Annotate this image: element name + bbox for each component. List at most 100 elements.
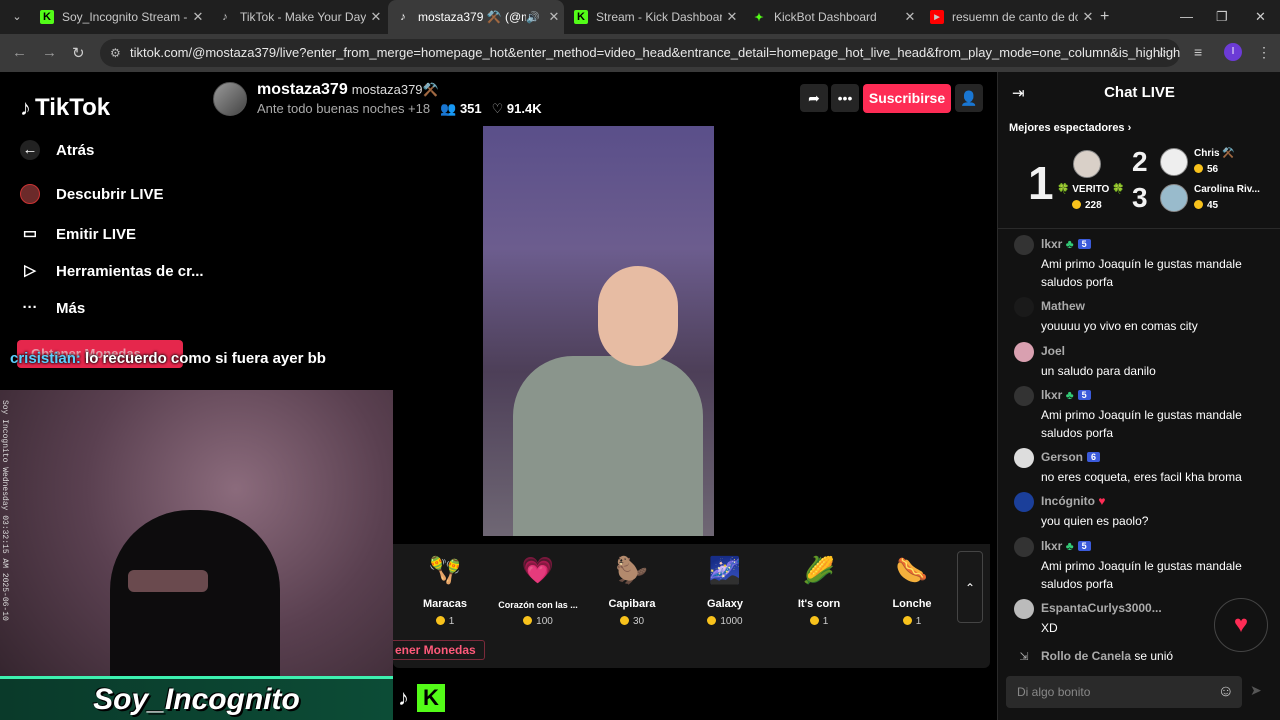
top-viewer-avatar[interactable] [1160, 148, 1188, 176]
tiktok-logo[interactable]: ♪ TikTok [20, 94, 110, 122]
coin-icon [619, 616, 629, 625]
get-coins-link[interactable]: ener Monedas [393, 640, 485, 660]
heart-icon: ♥ [1233, 611, 1249, 638]
coin-icon [1194, 164, 1203, 173]
top-viewers-link[interactable]: Mejores espectadores › [1009, 122, 1131, 134]
back-arrow-icon: ← [20, 140, 40, 160]
gift-item-galaxy[interactable]: 🌌 Galaxy 1000 [680, 552, 770, 627]
browser-tab[interactable]: ✦ KickBot Dashboard ✕ [744, 0, 920, 34]
streamer-name[interactable]: mostaza379 mostaza379⚒️ [257, 81, 439, 99]
browser-tab[interactable]: ♪ TikTok - Make Your Day ✕ [210, 0, 386, 34]
user-avatar[interactable] [1014, 599, 1034, 619]
menu-dots-icon[interactable]: ⋮ [1257, 44, 1271, 61]
new-tab-button[interactable]: + [1100, 8, 1109, 26]
speaker-icon[interactable]: 🔊 [526, 11, 540, 24]
heart-gift-icon: 💗 [521, 555, 555, 585]
sidebar-item-discover-live[interactable]: Descubrir LIVE [20, 184, 164, 204]
gift-item-maracas[interactable]: 🪇 Maracas 1 [400, 552, 490, 627]
gift-item-capibara[interactable]: 🦫 Capibara 30 [587, 552, 677, 627]
galaxy-icon: 🌌 [708, 555, 742, 585]
top-viewer-avatar[interactable] [1160, 184, 1188, 212]
coin-icon [1194, 200, 1203, 209]
youtube-icon: ▶ [930, 10, 944, 24]
gift-item-lonche[interactable]: 🌭 Lonche 1 [867, 552, 957, 627]
capybara-icon: 🦫 [615, 555, 649, 585]
url-field[interactable]: ⚙ tiktok.com/@mostaza379/live?enter_from… [100, 39, 1180, 67]
chevron-up-icon: ⌃ [964, 581, 976, 595]
rank-number: 1 [1028, 157, 1054, 209]
close-tab-icon[interactable]: ✕ [544, 9, 564, 25]
chevron-right-icon: › [1127, 122, 1132, 134]
user-avatar[interactable] [1014, 537, 1034, 557]
profile-avatar[interactable]: I [1224, 43, 1242, 61]
video-camera-icon: ▭ [22, 225, 38, 242]
sidebar-item-go-live[interactable]: ▭ Emitir LIVE [20, 224, 136, 244]
minimize-button[interactable]: — [1180, 9, 1193, 24]
sidebar-item-back[interactable]: ← Atrás [20, 140, 94, 160]
user-avatar[interactable] [1014, 492, 1034, 512]
tiktok-icon: ♪ [222, 11, 228, 23]
coin-icon [1072, 200, 1081, 209]
gift-item-corn[interactable]: 🌽 It's corn 1 [774, 552, 864, 627]
user-avatar[interactable] [1014, 297, 1034, 317]
rank-number: 2 [1132, 146, 1148, 177]
top-viewer-avatar[interactable] [1073, 150, 1101, 178]
chat-title: Chat LIVE [1104, 84, 1175, 101]
reload-button[interactable]: ↻ [72, 44, 85, 62]
send-icon[interactable]: ➤ [1250, 682, 1262, 699]
emoji-icon[interactable]: ☺ [1218, 676, 1234, 708]
share-button[interactable]: ➦ [800, 84, 828, 112]
tiktok-live-page: ♪ TikTok ← Atrás Descubrir LIVE ▭ Emitir… [0, 72, 1280, 720]
coin-icon [523, 616, 533, 625]
browser-tab[interactable]: ▶ resuemn de canto de dolo ✕ [922, 0, 1098, 34]
chat-panel: ⇥ Chat LIVE Mejores espectadores › 1 🍀 V… [997, 72, 1280, 720]
overlay-chat-message: crisistian: lo recuerdo como si fuera ay… [10, 350, 326, 367]
browser-tab[interactable]: K Stream - Kick Dashboard ✕ [566, 0, 742, 34]
close-tab-icon[interactable]: ✕ [366, 9, 386, 25]
streamer-avatar[interactable] [213, 82, 247, 116]
user-avatar[interactable] [1014, 386, 1034, 406]
likes-count: ♡ 91.4K [491, 101, 542, 116]
coin-icon [809, 616, 819, 625]
more-dots-icon: ··· [22, 299, 38, 316]
tiktok-icon: ♪ [398, 685, 409, 710]
follow-user-button[interactable]: 👤 [955, 84, 983, 112]
bookmark-star-icon[interactable]: ☆ [1156, 39, 1168, 67]
close-tab-icon[interactable]: ✕ [188, 9, 208, 25]
viewers-count: 👥 351 [440, 101, 482, 116]
share-icon: ➦ [808, 90, 820, 106]
close-tab-icon[interactable]: ✕ [900, 9, 920, 25]
sandwich-icon: 🌭 [895, 555, 929, 585]
expand-gifts-button[interactable]: ⌃ [957, 551, 983, 623]
creator-tools-icon: ▷ [24, 262, 36, 279]
gift-item-heart[interactable]: 💗 Corazón con las ... 100 [493, 552, 583, 627]
stream-info: Ante todo buenas noches +18 👥 351 ♡ 91.4… [257, 101, 542, 116]
overlay-platform-icons: ♪ K [398, 684, 445, 712]
gift-bar: 🪇 Maracas 1 💗 Corazón con las ... 100 🦫 … [393, 544, 990, 668]
sidebar-item-creator-tools[interactable]: ▷ Herramientas de cr... [20, 261, 203, 281]
streamer-name-banner: Soy_Incognito [0, 676, 393, 720]
browser-tab-active[interactable]: ♪ mostaza379 ⚒️ (@mos 🔊 ✕ [388, 0, 564, 34]
maracas-icon: 🪇 [428, 555, 462, 585]
back-button[interactable]: ← [12, 44, 27, 61]
user-avatar[interactable] [1014, 448, 1034, 468]
tab-search-button[interactable]: ⌄ [8, 8, 26, 26]
chat-input[interactable]: Di algo bonito ☺ [1006, 676, 1242, 708]
close-window-button[interactable]: ✕ [1255, 9, 1266, 25]
subscribe-button[interactable]: Suscribirse [863, 84, 951, 113]
browser-tab[interactable]: K Soy_Incognito Stream - W ✕ [32, 0, 208, 34]
more-options-button[interactable]: ••• [831, 84, 859, 112]
forward-button[interactable]: → [42, 44, 57, 61]
user-avatar[interactable] [1014, 342, 1034, 362]
heart-outline-icon: ♡ [491, 101, 504, 116]
close-tab-icon[interactable]: ✕ [1078, 9, 1098, 25]
more-dots-icon: ••• [837, 90, 853, 106]
site-info-icon[interactable]: ⚙ [110, 39, 121, 67]
close-tab-icon[interactable]: ✕ [722, 9, 742, 25]
extensions-icon[interactable]: ≡ [1194, 44, 1202, 60]
like-heart-button[interactable]: ♥ [1214, 598, 1268, 652]
maximize-button[interactable]: ❐ [1216, 9, 1228, 25]
user-avatar[interactable] [1014, 235, 1034, 255]
sidebar-item-more[interactable]: ··· Más [20, 298, 86, 318]
live-video-player[interactable] [483, 126, 714, 536]
